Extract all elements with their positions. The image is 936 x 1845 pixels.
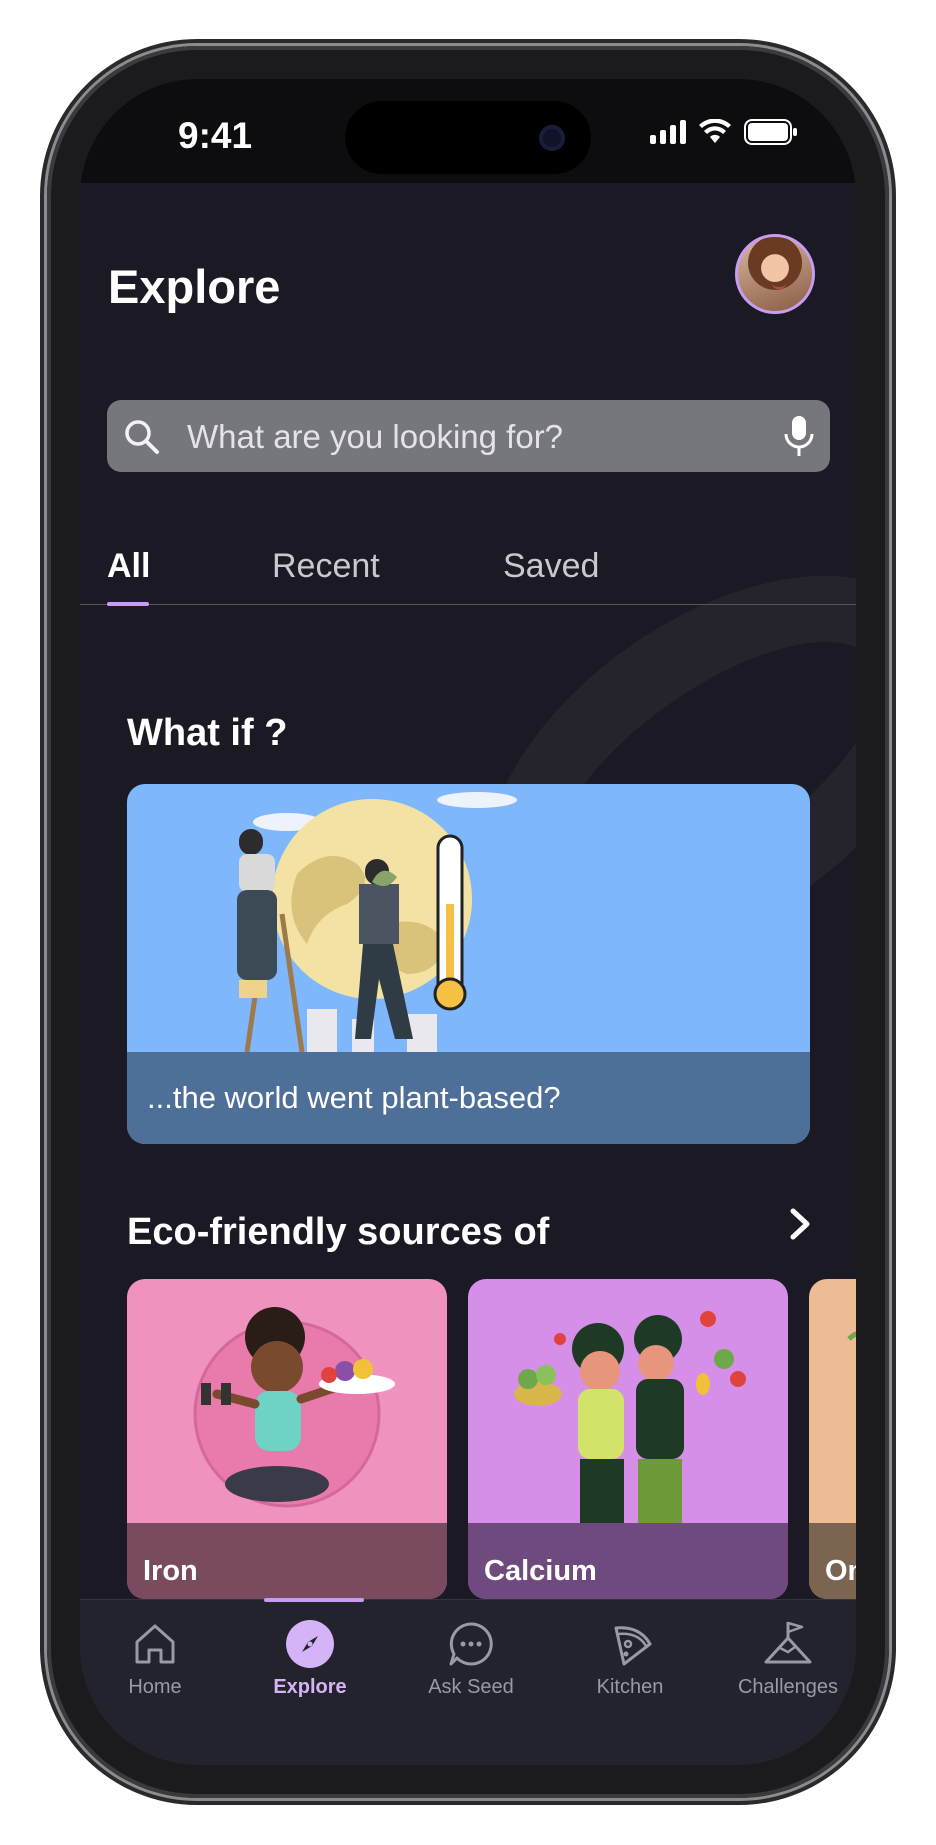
chat-bubble-icon <box>449 1622 493 1666</box>
compass-icon <box>286 1620 334 1668</box>
battery-icon <box>744 119 797 145</box>
filter-tabs: All Recent Saved <box>80 547 856 606</box>
nutrient-card-label: Calcium <box>468 1523 788 1599</box>
camera-icon <box>539 125 565 151</box>
power-button <box>889 620 896 830</box>
tab-recent[interactable]: Recent <box>272 547 380 586</box>
flag-mountain-icon <box>764 1621 812 1664</box>
mute-switch <box>40 395 47 465</box>
nutrient-card-label: Om <box>809 1523 856 1599</box>
nutrient-card-label: Iron <box>127 1523 447 1599</box>
nav-item-kitchen[interactable]: Kitchen <box>560 1618 700 1699</box>
volume-down-button <box>40 695 47 835</box>
omega-illustration <box>847 1331 856 1341</box>
cellular-signal-icon <box>650 120 686 144</box>
what-if-card[interactable]: ...the world went plant-based? <box>127 784 810 1144</box>
what-if-card-caption: ...the world went plant-based? <box>127 1052 810 1144</box>
active-tab-indicator <box>107 602 149 606</box>
search-icon <box>125 420 159 454</box>
nav-label-challenges: Challenges <box>737 1676 839 1698</box>
volume-up-button <box>40 520 47 660</box>
bottom-nav: Home Explore Ask Seed Kitchen Challenges <box>80 1598 856 1765</box>
app-screen: 9:41 Explore What are you looking for? A… <box>80 79 856 1765</box>
nav-item-ask-seed[interactable]: Ask Seed <box>401 1618 541 1699</box>
status-time: 9:41 <box>178 115 253 156</box>
search-bar[interactable]: What are you looking for? <box>107 400 830 472</box>
nutrient-card-omega[interactable]: Om <box>809 1279 856 1599</box>
chevron-right-icon[interactable] <box>785 1207 815 1241</box>
pizza-slice-icon <box>614 1626 652 1666</box>
eco-sources-section-title: Eco-friendly sources of <box>127 1211 550 1253</box>
calcium-illustration <box>514 1311 746 1523</box>
microphone-icon[interactable] <box>782 414 816 458</box>
active-nav-indicator <box>264 1598 364 1602</box>
page-title: Explore <box>108 260 281 313</box>
status-bar: 9:41 <box>80 79 856 183</box>
nutrient-card-calcium[interactable]: Calcium <box>468 1279 788 1599</box>
home-icon <box>135 1624 175 1664</box>
wifi-icon <box>699 119 731 143</box>
search-input[interactable]: What are you looking for? <box>187 418 563 456</box>
status-icons <box>650 119 798 145</box>
plant-based-world-illustration <box>237 792 517 1053</box>
what-if-section-title: What if ? <box>127 712 288 754</box>
nav-item-explore[interactable]: Explore <box>240 1618 380 1699</box>
iron-illustration <box>193 1307 395 1508</box>
nav-label-explore: Explore <box>273 1676 347 1698</box>
tab-saved[interactable]: Saved <box>503 547 599 586</box>
dynamic-island <box>345 101 591 174</box>
nutrient-card-iron[interactable]: Iron <box>127 1279 447 1599</box>
nav-label-home: Home <box>128 1676 182 1698</box>
nav-item-challenges[interactable]: Challenges <box>718 1618 856 1699</box>
nav-label-kitchen: Kitchen <box>596 1676 664 1698</box>
nav-item-home[interactable]: Home <box>85 1618 225 1699</box>
eco-sources-carousel[interactable]: Iron Calcium O <box>127 1279 856 1599</box>
tab-all[interactable]: All <box>107 547 150 586</box>
nav-label-ask-seed: Ask Seed <box>428 1676 514 1698</box>
profile-avatar[interactable] <box>735 234 815 314</box>
